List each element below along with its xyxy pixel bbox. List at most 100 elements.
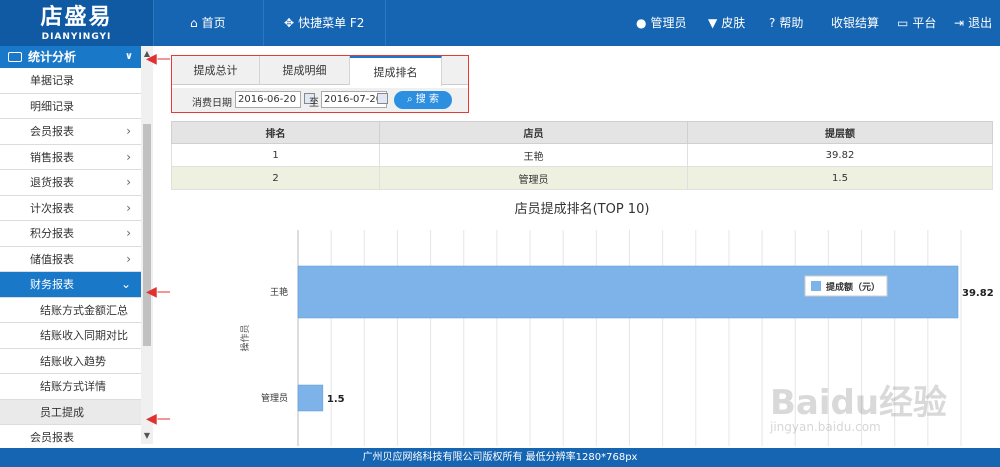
sidebar-item-count-report[interactable]: 计次报表 ›: [0, 195, 141, 221]
footer: 广州贝应网络科技有限公司版权所有 最低分辨率1280*768px: [0, 448, 1000, 467]
table-row[interactable]: 1 王艳 39.82: [171, 143, 993, 167]
sidebar-item-label: 会员报表: [30, 125, 74, 138]
chevron-right-icon: ›: [126, 175, 131, 189]
monitor-icon: ▭: [897, 16, 909, 30]
nav-quick-label: 快捷菜单 F2: [298, 16, 365, 30]
nav-home-button[interactable]: ⌂ 首页: [190, 0, 226, 46]
nav-admin-label: 管理员: [650, 16, 687, 30]
tab-commission-total[interactable]: 提成总计: [172, 56, 260, 85]
tab-commission-ranking[interactable]: 提成排名: [350, 56, 442, 86]
help-icon: ?: [769, 16, 776, 30]
sidebar-subitem-payment-summary[interactable]: 结账方式金额汇总: [0, 297, 141, 323]
cell-staff: 管理员: [379, 166, 688, 190]
sidebar-subitem-payment-detail[interactable]: 结账方式详情: [0, 374, 141, 400]
chevron-right-icon: ›: [126, 226, 131, 240]
sidebar-item-member-report[interactable]: 会员报表 ›: [0, 119, 141, 145]
cell-staff: 王艳: [379, 143, 688, 167]
nav-quick-menu-button[interactable]: ✥ 快捷菜单 F2: [284, 0, 364, 46]
col-header-staff: 店员: [379, 121, 688, 144]
sidebar-item-receipt-records[interactable]: 单据记录: [0, 68, 141, 94]
tab-strip: 提成总计 提成明细 提成排名: [172, 56, 468, 86]
nav-help-label: 帮助: [779, 16, 804, 30]
cell-rank: 1: [171, 143, 380, 167]
nav-checkout-label: 收银结算: [831, 16, 880, 30]
sidebar-item-label: 明细记录: [30, 99, 74, 113]
commission-panel: 提成总计 提成明细 提成排名 消费日期 2016-06-20 至 2016-07…: [171, 55, 469, 113]
nav-skin-button[interactable]: ▼ 皮肤: [708, 0, 745, 46]
chevron-right-icon: ›: [126, 251, 131, 266]
nav-checkout-button[interactable]: 收银结算: [831, 0, 879, 46]
ranking-table: 排名 店员 提层额 1 王艳 39.82 2 管理员 1.5: [171, 121, 993, 190]
footer-copyright: 广州贝应网络科技有限公司版权所有 最低分辨率1280*768px: [362, 452, 638, 463]
cell-amount: 39.82: [687, 143, 993, 167]
home-icon: ⌂: [190, 16, 198, 30]
chevron-right-icon: ›: [126, 124, 131, 138]
sidebar-subitem-label: 结账收入同期对比: [40, 329, 128, 342]
nav-divider: [263, 0, 264, 46]
sidebar-item-finance-report[interactable]: 财务报表 ⌄: [0, 272, 141, 298]
logo-main-text: 店盛易: [40, 5, 113, 30]
app-logo[interactable]: 店盛易 DIANYINGYI: [0, 0, 153, 46]
search-button[interactable]: ⌕ 搜 索: [394, 91, 452, 109]
nav-admin-button[interactable]: ● 管理员: [636, 0, 687, 46]
nav-home-label: 首页: [201, 16, 226, 30]
sidebar-item-label: 计次报表: [30, 201, 74, 215]
start-date-input[interactable]: 2016-06-20: [235, 91, 301, 108]
sidebar-item-points-report[interactable]: 积分报表 ›: [0, 221, 141, 247]
nav-platform-button[interactable]: ▭ 平台: [897, 0, 936, 46]
sidebar-item-label: 积分报表: [30, 227, 74, 240]
tab-commission-detail[interactable]: 提成明细: [260, 56, 350, 85]
sidebar-section-title: 统计分析: [28, 50, 77, 64]
category-label: 管理员: [261, 392, 288, 404]
cell-amount: 1.5: [687, 166, 993, 190]
move-icon: ✥: [284, 16, 295, 30]
nav-platform-label: 平台: [912, 16, 937, 30]
sidebar-subitem-staff-commission[interactable]: 员工提成: [0, 399, 141, 425]
shirt-icon: ▼: [708, 16, 718, 30]
sidebar-item-stored-value-report[interactable]: 储值报表 ›: [0, 246, 141, 272]
nav-divider: [153, 0, 154, 46]
scrollbar-thumb[interactable]: [143, 124, 151, 346]
chart-title: 店员提成排名(TOP 10): [514, 202, 650, 217]
nav-divider: [385, 0, 386, 46]
date-filter-row: 消费日期 2016-06-20 至 2016-07-20 ⌕ 搜 索: [172, 88, 468, 112]
scroll-down-icon[interactable]: ▼: [141, 430, 153, 442]
sidebar-scrollbar[interactable]: ▲ ▼: [141, 46, 153, 444]
legend-swatch: [811, 281, 821, 291]
calendar-icon[interactable]: [377, 93, 388, 104]
sidebar-item-detail-records[interactable]: 明细记录: [0, 93, 141, 119]
sidebar-item-label: 退货报表: [30, 176, 74, 189]
sidebar-item-label: 储值报表: [30, 252, 74, 266]
sidebar-subitem-label: 结账收入趋势: [40, 354, 106, 368]
col-header-rank: 排名: [171, 121, 380, 144]
top-header: 店盛易 DIANYINGYI ⌂ 首页 ✥ 快捷菜单 F2 ● 管理员 ▼ 皮肤 ? 帮助…: [0, 0, 1000, 46]
search-button-label: 搜 索: [415, 94, 439, 105]
search-icon: ⌕: [407, 94, 413, 105]
sidebar-item-cut-off[interactable]: 会员报表: [0, 425, 141, 444]
date-range-separator: 至: [309, 98, 319, 109]
sidebar-subitem-income-compare[interactable]: 结账收入同期对比: [0, 323, 141, 349]
chart-bar: [297, 384, 324, 412]
sidebar-item-return-report[interactable]: 退货报表 ›: [0, 170, 141, 196]
data-label: 1.5: [327, 394, 345, 405]
nav-logout-button[interactable]: ⇥ 退出: [954, 0, 992, 46]
logout-icon: ⇥: [954, 16, 965, 30]
sidebar-item-sales-report[interactable]: 销售报表 ›: [0, 144, 141, 170]
sidebar-subitem-label: 结账方式详情: [40, 380, 106, 393]
col-header-amount: 提层额: [687, 121, 993, 144]
monitor-icon: [8, 52, 22, 62]
data-label: 39.82: [962, 288, 993, 299]
sidebar-item-label: 财务报表: [30, 278, 74, 291]
date-filter-label: 消费日期: [192, 98, 232, 109]
chevron-down-icon: ⌄: [120, 277, 131, 291]
table-row[interactable]: 2 管理员 1.5: [171, 166, 993, 190]
sidebar-section-stats[interactable]: 统计分析 ∨: [0, 46, 141, 68]
sidebar-subitem-income-trend[interactable]: 结账收入趋势: [0, 348, 141, 374]
sidebar-item-label: 会员报表: [30, 431, 74, 444]
sidebar-item-label: 单据记录: [30, 74, 74, 87]
nav-help-button[interactable]: ? 帮助: [769, 0, 803, 46]
chevron-down-icon: ∨: [124, 51, 133, 62]
sidebar-item-label: 销售报表: [30, 150, 74, 164]
watermark-url: jingyan.baidu.com: [770, 420, 881, 434]
chevron-right-icon: ›: [126, 200, 131, 215]
